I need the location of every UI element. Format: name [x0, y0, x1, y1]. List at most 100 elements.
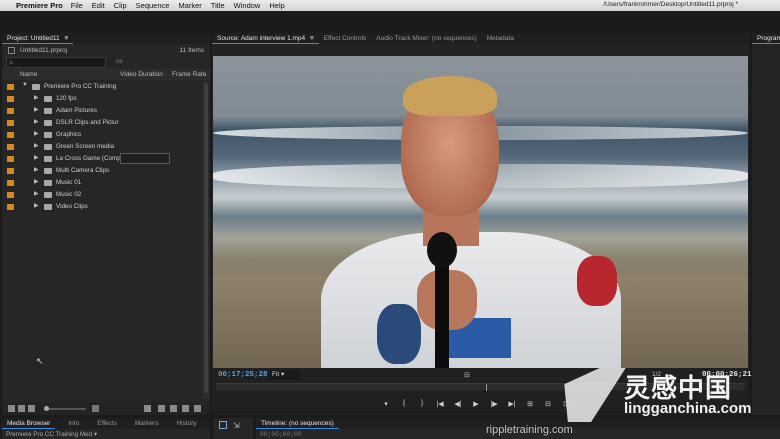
playhead[interactable]	[486, 384, 487, 391]
disclosure-closed-icon[interactable]: ▶	[34, 202, 39, 209]
media-browser-panel: Media Browser Info Effects Markers Histo…	[2, 418, 210, 439]
list-view-icon[interactable]	[18, 405, 25, 412]
go-to-in-icon[interactable]: |◀	[434, 400, 446, 408]
label-color-chip[interactable]	[7, 108, 14, 114]
project-row[interactable]: ▶ Music 01	[2, 177, 202, 189]
play-icon[interactable]: ▶	[470, 400, 482, 408]
menu-window[interactable]: Window	[234, 1, 261, 10]
menu-clip[interactable]: Clip	[114, 1, 127, 10]
project-column-headers: Name Video Duration Frame Rate	[2, 69, 210, 80]
new-item-icon[interactable]	[170, 405, 177, 412]
disclosure-closed-icon[interactable]: ▶	[34, 178, 39, 185]
project-row[interactable]: ▶ DSLR Clips and Pictur	[2, 117, 202, 129]
project-search-input[interactable]: ⌕	[6, 57, 106, 68]
tab-effect-controls[interactable]: Effect Controls	[319, 33, 372, 44]
label-color-chip[interactable]	[7, 120, 14, 126]
disclosure-closed-icon[interactable]: ▶	[34, 154, 39, 161]
playhead-timecode[interactable]: 00;17;25;28	[218, 371, 268, 379]
folder-icon	[44, 168, 52, 174]
col-video-duration[interactable]: Video Duration	[120, 71, 163, 78]
menu-file[interactable]: File	[71, 1, 83, 10]
zoom-slider[interactable]	[44, 406, 86, 411]
new-bin-icon[interactable]: ▭	[116, 57, 125, 65]
find-icon[interactable]	[144, 405, 151, 412]
panel-menu-icon[interactable]: ≡	[310, 35, 314, 42]
menu-title[interactable]: Title	[211, 1, 225, 10]
tab-project[interactable]: Project: Untitled11 ≡	[2, 33, 74, 44]
disclosure-closed-icon[interactable]: ▶	[34, 106, 39, 113]
new-bin-icon[interactable]	[158, 405, 165, 412]
label-color-chip[interactable]	[7, 132, 14, 138]
disclosure-closed-icon[interactable]: ▶	[34, 190, 39, 197]
automate-icon[interactable]	[92, 405, 99, 412]
add-marker-icon[interactable]: ▾	[380, 400, 392, 408]
trash-icon[interactable]	[194, 405, 201, 412]
project-header: Untitled11.prproj 11 Items	[2, 44, 210, 56]
label-color-chip[interactable]	[7, 204, 14, 210]
project-row[interactable]: ▶ La Cross Game (Comp	[2, 153, 202, 165]
disclosure-closed-icon[interactable]: ▶	[34, 142, 39, 149]
overwrite-icon[interactable]: ⊟	[542, 400, 554, 408]
settings-icon[interactable]: ⊟	[464, 371, 470, 379]
app-menu[interactable]: Premiere Pro	[16, 1, 63, 10]
go-to-out-icon[interactable]: ▶|	[506, 400, 518, 408]
video-frame[interactable]	[213, 56, 748, 392]
zoom-slider-knob[interactable]	[44, 406, 49, 411]
label-color-chip[interactable]	[7, 156, 14, 162]
col-name[interactable]: Name	[20, 71, 37, 78]
project-row[interactable]: ▶ 120 fps	[2, 93, 202, 105]
selection-tool-icon[interactable]	[219, 421, 227, 429]
menu-marker[interactable]: Marker	[178, 1, 201, 10]
scroll-thumb[interactable]	[204, 83, 208, 393]
project-row[interactable]: ▶ Music 02	[2, 189, 202, 201]
tab-metadata[interactable]: Metadata	[482, 33, 519, 44]
program-tabbar: Program	[752, 33, 780, 44]
tab-source[interactable]: Source: Adam interview 1.mp4 ≡	[212, 33, 319, 44]
project-row[interactable]: ▼ Premiere Pro CC Training	[2, 81, 202, 93]
step-forward-icon[interactable]: |▶	[488, 400, 500, 408]
track-select-tool-icon[interactable]: ⇲	[233, 421, 240, 430]
project-row[interactable]: ▶ Multi Camera Clips	[2, 165, 202, 177]
timeline-timecode[interactable]: 00;00;00;00	[260, 431, 302, 438]
tab-history[interactable]: History	[171, 418, 201, 429]
label-color-chip[interactable]	[7, 96, 14, 102]
menu-sequence[interactable]: Sequence	[136, 1, 170, 10]
media-browser-location[interactable]: Premiere Pro CC Training Med ▾	[6, 431, 97, 438]
tab-media-browser[interactable]: Media Browser	[2, 418, 56, 429]
project-row[interactable]: ▶ Adam Pictures	[2, 105, 202, 117]
tab-markers[interactable]: Markers	[130, 418, 163, 429]
disclosure-closed-icon[interactable]: ▶	[34, 94, 39, 101]
step-back-icon[interactable]: ◀|	[452, 400, 464, 408]
disclosure-closed-icon[interactable]: ▶	[34, 118, 39, 125]
disclosure-closed-icon[interactable]: ▶	[34, 130, 39, 137]
menu-edit[interactable]: Edit	[92, 1, 105, 10]
col-frame-rate[interactable]: Frame Rate	[172, 71, 206, 78]
new-folder-icon[interactable]	[182, 405, 189, 412]
tab-timeline[interactable]: Timeline: (no sequences)	[256, 418, 339, 429]
tab-info[interactable]: Info	[63, 418, 84, 429]
disclosure-closed-icon[interactable]: ▶	[34, 166, 39, 173]
icon-view-icon[interactable]	[28, 405, 35, 412]
label-color-chip[interactable]	[7, 84, 14, 90]
zoom-select[interactable]: Fit ▾	[268, 370, 300, 380]
mark-out-icon[interactable]: }	[416, 400, 428, 408]
label-color-chip[interactable]	[7, 144, 14, 150]
menu-help[interactable]: Help	[269, 1, 284, 10]
label-color-chip[interactable]	[7, 168, 14, 174]
lock-icon[interactable]	[8, 405, 15, 412]
row-label: DSLR Clips and Pictur	[56, 119, 119, 126]
tab-program[interactable]: Program	[752, 33, 780, 44]
label-color-chip[interactable]	[7, 180, 14, 186]
project-row[interactable]: ▶ Graphics	[2, 129, 202, 141]
project-row[interactable]: ▶ Video Clips	[2, 201, 202, 213]
tab-effects[interactable]: Effects	[92, 418, 122, 429]
project-row[interactable]: ▶ Green Screen media	[2, 141, 202, 153]
mark-in-icon[interactable]: {	[398, 400, 410, 408]
tab-audio-track-mixer[interactable]: Audio Track Mixer: (no sequences)	[371, 33, 481, 44]
label-color-chip[interactable]	[7, 192, 14, 198]
panel-menu-icon[interactable]: ≡	[64, 35, 68, 42]
disclosure-open-icon[interactable]: ▼	[22, 82, 28, 88]
insert-icon[interactable]: ⊞	[524, 400, 536, 408]
rename-field[interactable]	[120, 153, 170, 164]
project-scrollbar[interactable]	[203, 81, 209, 399]
